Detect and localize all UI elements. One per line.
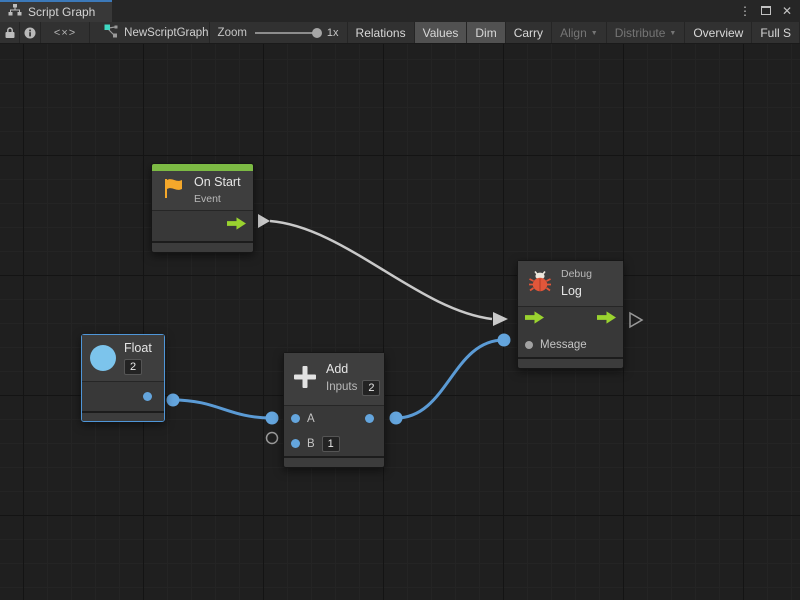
node-footer bbox=[152, 241, 253, 252]
connections-layer bbox=[0, 44, 800, 600]
zoom-control: Zoom 1x bbox=[210, 22, 348, 43]
hierarchy-icon bbox=[8, 3, 22, 21]
on-start-header: On Start Event bbox=[152, 171, 253, 210]
node-footer bbox=[284, 456, 384, 467]
info-button[interactable] bbox=[20, 22, 40, 43]
maximize-icon[interactable] bbox=[759, 3, 773, 19]
script-graph-window: Script Graph ⋮ ✕ <×> bbox=[0, 0, 800, 600]
tab-label: Script Graph bbox=[28, 5, 95, 19]
node-float[interactable]: Float 2 bbox=[81, 334, 165, 422]
node-footer bbox=[518, 357, 623, 368]
port-b-label: B bbox=[307, 438, 315, 450]
add-header: Add Inputs 2 bbox=[284, 353, 384, 405]
graph-canvas[interactable]: On Start Event Float 2 bbox=[0, 44, 800, 600]
bug-icon bbox=[527, 268, 553, 299]
inputs-label: Inputs bbox=[326, 380, 357, 395]
lock-button[interactable] bbox=[0, 22, 20, 43]
control-flow-wire[interactable] bbox=[258, 214, 508, 326]
graph-name-label: NewScriptGraph bbox=[124, 27, 208, 39]
node-on-start[interactable]: On Start Event bbox=[151, 163, 254, 253]
port-a-label: A bbox=[307, 413, 315, 425]
edit-source-button[interactable]: <×> bbox=[41, 22, 90, 43]
graph-toolbar: <×> NewScriptGraph Zoom 1x Relations Val… bbox=[0, 22, 800, 44]
float-header: Float 2 bbox=[82, 335, 164, 381]
message-input-port[interactable] bbox=[525, 341, 533, 349]
plus-icon bbox=[292, 364, 318, 395]
node-footer bbox=[82, 411, 164, 421]
window-controls: ⋮ ✕ bbox=[738, 0, 800, 22]
distribute-button[interactable]: Distribute ▼ bbox=[607, 22, 686, 43]
event-color-bar bbox=[152, 164, 253, 171]
relations-button[interactable]: Relations bbox=[348, 22, 415, 43]
menu-icon[interactable]: ⋮ bbox=[738, 3, 752, 19]
dropdown-arrow-icon: ▼ bbox=[591, 29, 598, 37]
close-icon[interactable]: ✕ bbox=[780, 3, 794, 19]
zoom-value: 1x bbox=[327, 27, 339, 39]
tab-script-graph[interactable]: Script Graph bbox=[0, 0, 112, 22]
unconnected-port-indicator[interactable] bbox=[267, 433, 278, 444]
graph-icon bbox=[104, 24, 118, 41]
flow-output-port[interactable] bbox=[227, 217, 246, 235]
zoom-label: Zoom bbox=[218, 27, 247, 39]
align-label: Align bbox=[560, 26, 587, 40]
node-title: Log bbox=[561, 284, 582, 300]
code-icon: <×> bbox=[54, 27, 76, 39]
dim-button[interactable]: Dim bbox=[467, 22, 505, 43]
distribute-label: Distribute bbox=[615, 26, 666, 40]
float-value-field[interactable]: 2 bbox=[124, 359, 142, 375]
add-output-port[interactable] bbox=[365, 414, 374, 423]
port-a-input[interactable] bbox=[291, 414, 300, 423]
zoom-slider[interactable] bbox=[255, 32, 319, 34]
value-wire-float-to-add[interactable] bbox=[167, 394, 279, 425]
align-button[interactable]: Align ▼ bbox=[552, 22, 607, 43]
float-output-port[interactable] bbox=[143, 392, 152, 401]
fullscreen-button[interactable]: Full S bbox=[752, 22, 800, 43]
message-label: Message bbox=[540, 339, 587, 351]
flow-input-port[interactable] bbox=[525, 311, 544, 329]
lock-icon bbox=[4, 26, 16, 39]
node-group-label: Debug bbox=[561, 268, 592, 282]
info-icon bbox=[24, 27, 36, 39]
port-b-input[interactable] bbox=[291, 439, 300, 448]
port-b-value-field[interactable]: 1 bbox=[322, 436, 340, 452]
unconnected-flow-indicator[interactable] bbox=[630, 313, 642, 327]
title-bar: Script Graph ⋮ ✕ bbox=[0, 0, 800, 22]
node-subtitle: Event bbox=[194, 193, 221, 207]
flag-icon bbox=[161, 176, 186, 206]
dropdown-arrow-icon: ▼ bbox=[669, 29, 676, 37]
node-title: Float bbox=[124, 341, 152, 357]
overview-button[interactable]: Overview bbox=[685, 22, 752, 43]
float-icon bbox=[90, 345, 116, 371]
values-button[interactable]: Values bbox=[415, 22, 468, 43]
graph-name-cell[interactable]: NewScriptGraph bbox=[90, 22, 209, 43]
node-title: Add bbox=[326, 362, 348, 378]
titlebar-spacer bbox=[112, 0, 738, 22]
flow-output-port[interactable] bbox=[597, 311, 616, 329]
inputs-count-field[interactable]: 2 bbox=[362, 380, 380, 396]
value-wire-add-to-debug[interactable] bbox=[390, 334, 511, 425]
debug-header: Debug Log bbox=[518, 261, 623, 306]
carry-button[interactable]: Carry bbox=[506, 22, 552, 43]
node-title: On Start bbox=[194, 175, 241, 191]
zoom-slider-handle[interactable] bbox=[312, 28, 322, 38]
node-debug-log[interactable]: Debug Log Message bbox=[517, 260, 624, 369]
node-add[interactable]: Add Inputs 2 A B 1 bbox=[283, 352, 385, 468]
